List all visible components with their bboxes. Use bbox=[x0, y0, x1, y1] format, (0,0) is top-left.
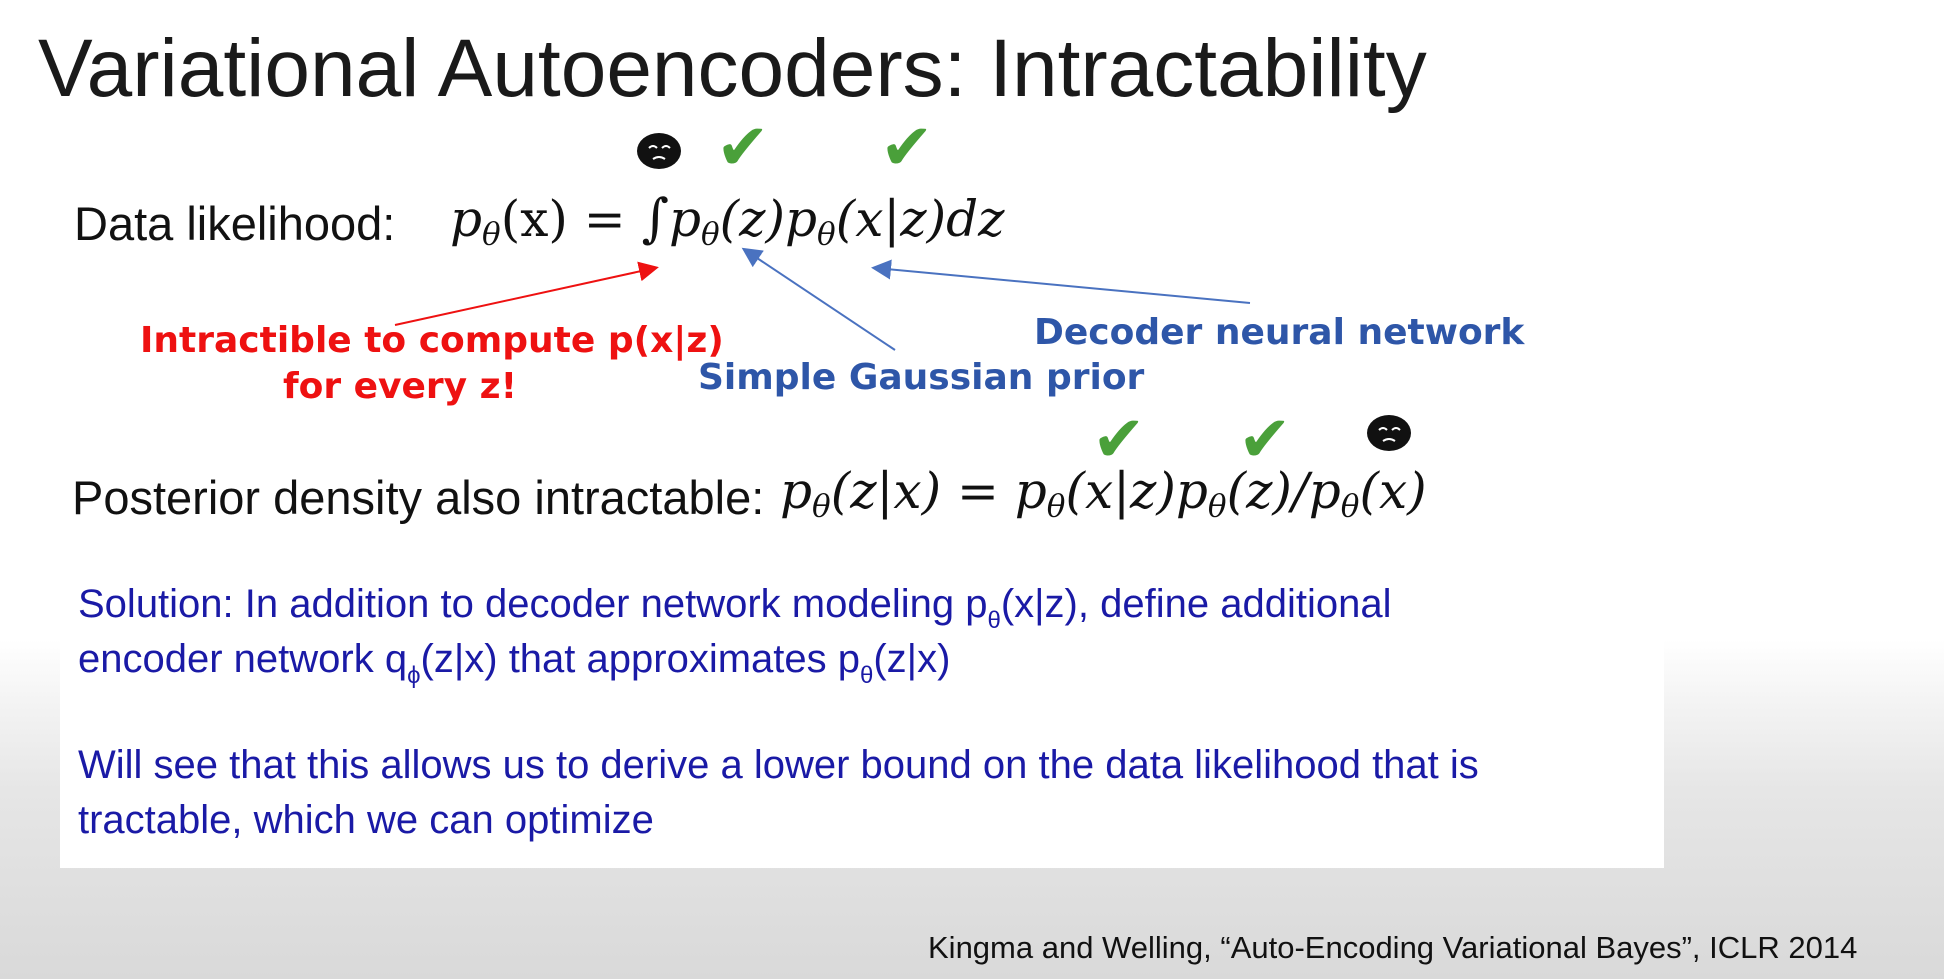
post-c: p bbox=[1175, 462, 1208, 520]
intractable-note-line2: for every z! bbox=[282, 366, 518, 407]
intractable-note: Intractible to compute p(x|z) for every … bbox=[140, 318, 724, 410]
solution-l1b: (x|z), define additional bbox=[1000, 582, 1392, 626]
posterior-label: Posterior density also intractable: bbox=[72, 471, 765, 524]
sad-face-icon bbox=[1367, 415, 1411, 451]
solution-line-4: tractable, which we can optimize bbox=[78, 798, 654, 842]
solution-line-2: encoder network qϕ(z|x) that approximate… bbox=[78, 632, 950, 703]
post-c-arg: (z)/ bbox=[1226, 462, 1309, 520]
posterior-equation: pθ(z|x) = pθ(x|z)pθ(z)/pθ(x) bbox=[780, 462, 1427, 525]
solution-l2-sub1: ϕ bbox=[407, 661, 421, 689]
post-b-sub: θ bbox=[1046, 488, 1066, 525]
decoder-note: Decoder neural network bbox=[1034, 312, 1525, 353]
gaussian-prior-note: Simple Gaussian prior bbox=[698, 357, 1145, 398]
solution-l2a: encoder network q bbox=[78, 637, 408, 681]
arrow-gaussian-prior bbox=[741, 247, 896, 351]
solution-l2b: (z|x) that approximates p bbox=[420, 637, 860, 681]
citation: Kingma and Welling, “Auto-Encoding Varia… bbox=[928, 930, 1858, 965]
post-a-sub: θ bbox=[812, 488, 831, 525]
arrow-intractable bbox=[394, 261, 659, 326]
post-d-arg: (x) bbox=[1359, 462, 1427, 520]
solution-line-3: Will see that this allows us to derive a… bbox=[78, 743, 1479, 787]
solution-l1-sub: θ bbox=[987, 606, 1001, 634]
post-b-arg: (x|z) bbox=[1065, 462, 1176, 520]
post-a: p bbox=[780, 462, 813, 520]
solution-l2c: (z|x) bbox=[873, 637, 951, 681]
post-b: p bbox=[1014, 462, 1047, 520]
solution-l1a: Solution: In addition to decoder network… bbox=[78, 582, 988, 626]
arrow-decoder bbox=[871, 259, 1251, 304]
post-d: p bbox=[1308, 462, 1341, 520]
post-c-sub: θ bbox=[1207, 488, 1227, 525]
post-a-arg: (z|x) = bbox=[830, 462, 1015, 520]
post-d-sub: θ bbox=[1340, 488, 1360, 525]
intractable-note-line1: Intractible to compute p(x|z) bbox=[140, 320, 724, 361]
solution-l2-sub2: θ bbox=[860, 661, 874, 689]
